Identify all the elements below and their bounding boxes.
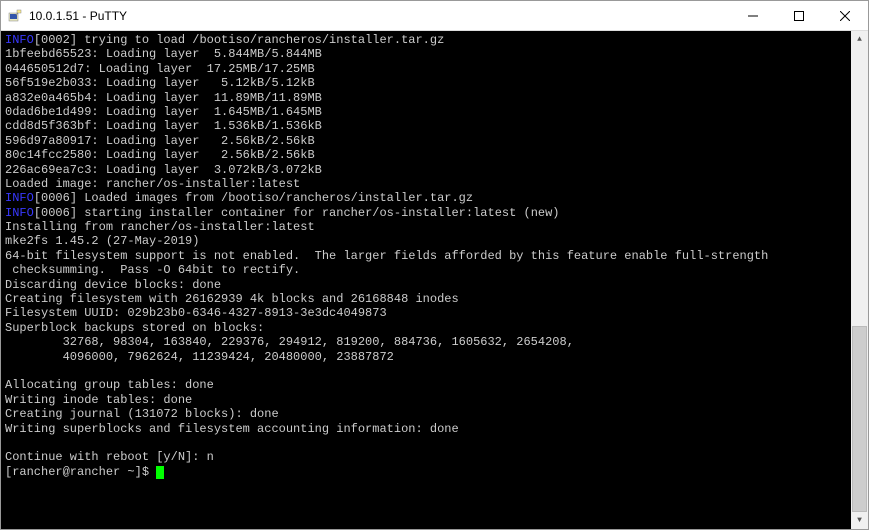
scrollbar[interactable]: ▲ ▼ [851, 31, 868, 529]
terminal-line: 226ac69ea7c3: Loading layer 3.072kB/3.07… [5, 163, 847, 177]
terminal-line: 32768, 98304, 163840, 229376, 294912, 81… [5, 335, 847, 349]
terminal-line: Discarding device blocks: done [5, 278, 847, 292]
scroll-down-button[interactable]: ▼ [851, 512, 868, 529]
prompt-line: [rancher@rancher ~]$ [5, 465, 847, 479]
terminal-line: cdd8d5f363bf: Loading layer 1.536kB/1.53… [5, 119, 847, 133]
terminal-line: Installing from rancher/os-installer:lat… [5, 220, 847, 234]
terminal-line: 1bfeebd65523: Loading layer 5.844MB/5.84… [5, 47, 847, 61]
window-titlebar: 10.0.1.51 - PuTTY [1, 1, 868, 31]
close-button[interactable] [822, 1, 868, 30]
maximize-button[interactable] [776, 1, 822, 30]
terminal-line: INFO[0006] starting installer container … [5, 206, 847, 220]
terminal-line: 80c14fcc2580: Loading layer 2.56kB/2.56k… [5, 148, 847, 162]
terminal-line: Writing superblocks and filesystem accou… [5, 422, 847, 436]
terminal-line: 596d97a80917: Loading layer 2.56kB/2.56k… [5, 134, 847, 148]
terminal-line: mke2fs 1.45.2 (27-May-2019) [5, 234, 847, 248]
terminal-line: 4096000, 7962624, 11239424, 20480000, 23… [5, 350, 847, 364]
terminal-line: 0dad6be1d499: Loading layer 1.645MB/1.64… [5, 105, 847, 119]
terminal-cursor [156, 466, 164, 479]
log-text: [0002] trying to load /bootiso/rancheros… [34, 33, 444, 47]
log-level-tag: INFO [5, 33, 34, 47]
terminal-line: Continue with reboot [y/N]: n [5, 450, 847, 464]
terminal-line: Creating journal (131072 blocks): done [5, 407, 847, 421]
terminal-line: INFO[0002] trying to load /bootiso/ranch… [5, 33, 847, 47]
terminal-line: 64-bit filesystem support is not enabled… [5, 249, 847, 263]
terminal-line [5, 436, 847, 450]
terminal-line: Filesystem UUID: 029b23b0-6346-4327-8913… [5, 306, 847, 320]
terminal-line: a832e0a465b4: Loading layer 11.89MB/11.8… [5, 91, 847, 105]
scrollbar-track[interactable] [851, 48, 868, 512]
log-level-tag: INFO [5, 191, 34, 205]
log-text: [0006] Loaded images from /bootiso/ranch… [34, 191, 473, 205]
scroll-up-button[interactable]: ▲ [851, 31, 868, 48]
terminal-line: Loaded image: rancher/os-installer:lates… [5, 177, 847, 191]
terminal-line: Writing inode tables: done [5, 393, 847, 407]
terminal-line: 044650512d7: Loading layer 17.25MB/17.25… [5, 62, 847, 76]
putty-icon [7, 8, 23, 24]
log-text: [0006] starting installer container for … [34, 206, 560, 220]
minimize-button[interactable] [730, 1, 776, 30]
terminal-line: checksumming. Pass -O 64bit to rectify. [5, 263, 847, 277]
shell-prompt: [rancher@rancher ~]$ [5, 465, 156, 479]
window-controls [730, 1, 868, 30]
terminal-line: INFO[0006] Loaded images from /bootiso/r… [5, 191, 847, 205]
scrollbar-thumb[interactable] [852, 326, 867, 512]
log-level-tag: INFO [5, 206, 34, 220]
terminal-output[interactable]: INFO[0002] trying to load /bootiso/ranch… [1, 31, 851, 529]
terminal-line: Allocating group tables: done [5, 378, 847, 392]
terminal-line: 56f519e2b033: Loading layer 5.12kB/5.12k… [5, 76, 847, 90]
terminal-line [5, 364, 847, 378]
terminal-line: Superblock backups stored on blocks: [5, 321, 847, 335]
terminal-line: Creating filesystem with 26162939 4k blo… [5, 292, 847, 306]
window-title: 10.0.1.51 - PuTTY [29, 9, 730, 23]
